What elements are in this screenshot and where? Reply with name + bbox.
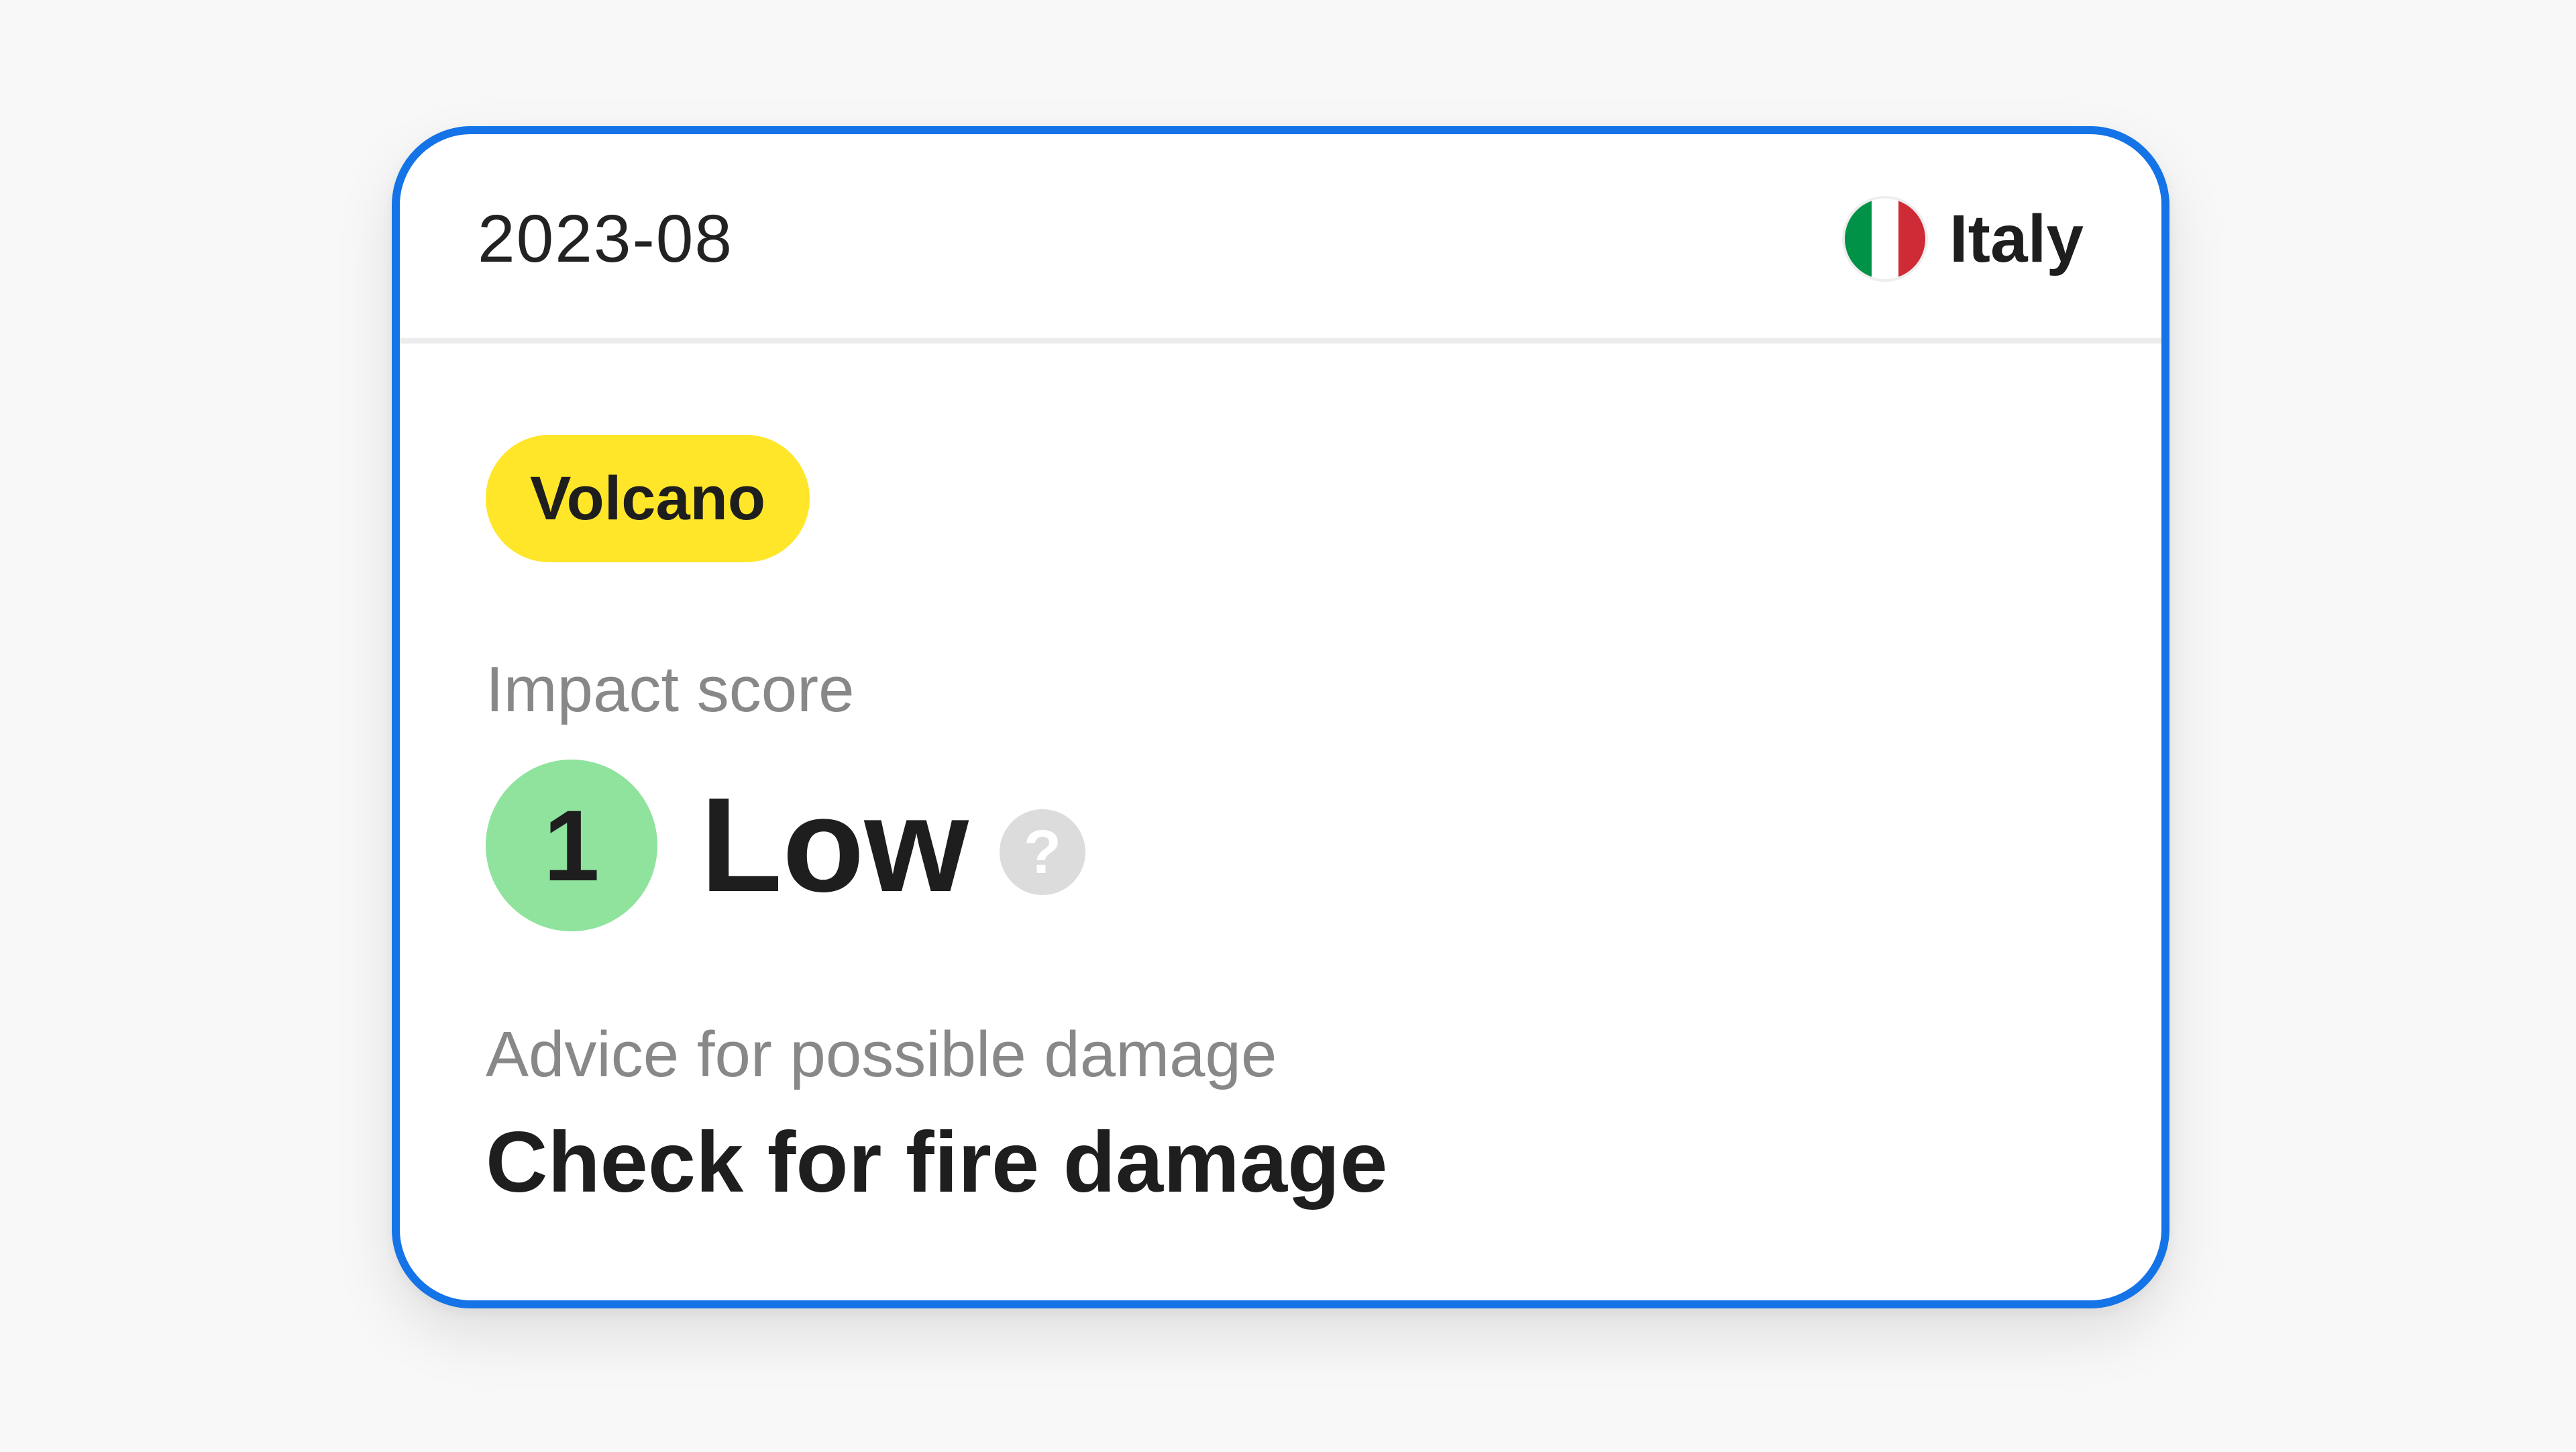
event-type-badge: Volcano: [486, 435, 810, 562]
impact-level: Low: [700, 770, 969, 920]
impact-score-row: 1 Low ?: [486, 758, 1085, 933]
event-card[interactable]: 2023-08 Italy Volcano Impact score 1 Low…: [392, 126, 2169, 1308]
help-icon[interactable]: ?: [999, 809, 1085, 895]
advice-label: Advice for possible damage: [486, 1019, 1277, 1090]
country-name: Italy: [1949, 201, 2084, 276]
card-header: 2023-08 Italy: [400, 134, 2161, 344]
italy-flag-icon: [1841, 196, 1928, 282]
advice-text: Check for fire damage: [486, 1114, 1388, 1210]
event-date: 2023-08: [478, 201, 733, 276]
country: Italy: [1841, 196, 2084, 282]
impact-score-value: 1: [486, 760, 657, 931]
impact-score-label: Impact score: [486, 654, 855, 725]
